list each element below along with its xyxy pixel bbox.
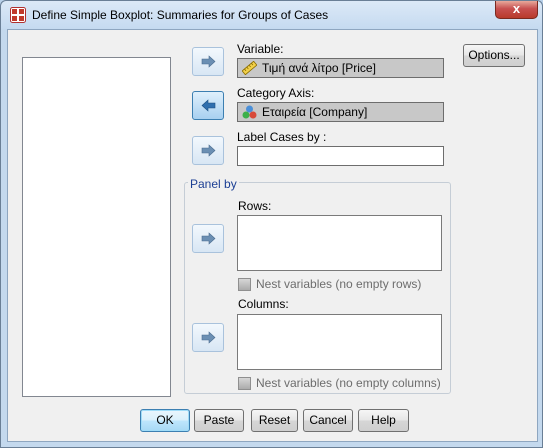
move-to-rows-button[interactable] <box>192 224 224 253</box>
dialog-body: Variable: Τιμή ανά λίτρο [Price] Categor… <box>7 29 538 442</box>
title-bar[interactable]: Define Simple Boxplot: Summaries for Gro… <box>1 1 542 29</box>
columns-label: Columns: <box>238 297 289 311</box>
label-cases-label: Label Cases by : <box>237 130 327 144</box>
rows-list[interactable] <box>237 215 442 271</box>
help-button[interactable]: Help <box>358 409 409 432</box>
window-title: Define Simple Boxplot: Summaries for Gro… <box>32 8 329 22</box>
cancel-button[interactable]: Cancel <box>303 409 353 432</box>
nominal-variable-icon <box>242 105 257 119</box>
dialog-window: Define Simple Boxplot: Summaries for Gro… <box>0 0 543 448</box>
nest-columns-checkbox[interactable] <box>238 377 251 390</box>
nest-rows-checkbox[interactable] <box>238 278 251 291</box>
move-to-category-axis-button[interactable] <box>192 91 224 120</box>
category-axis-field[interactable]: Εταιρεία [Company] <box>237 102 444 122</box>
category-axis-label: Category Axis: <box>237 86 315 100</box>
arrow-left-icon <box>201 99 216 112</box>
close-button[interactable]: x <box>495 1 538 19</box>
move-to-variable-button[interactable] <box>192 47 224 76</box>
label-cases-field[interactable] <box>237 146 444 166</box>
ruler-scale-icon <box>242 61 257 75</box>
panel-by-legend: Panel by <box>188 177 239 191</box>
move-to-label-cases-button[interactable] <box>192 136 224 165</box>
close-icon: x <box>512 1 521 16</box>
category-axis-value: Εταιρεία [Company] <box>262 105 368 119</box>
move-to-columns-button[interactable] <box>192 323 224 352</box>
columns-list[interactable] <box>237 314 442 370</box>
variable-label: Variable: <box>237 42 284 56</box>
arrow-right-icon <box>201 55 216 68</box>
options-button[interactable]: Options... <box>463 44 525 67</box>
arrow-right-icon <box>201 232 216 245</box>
arrow-right-icon <box>201 331 216 344</box>
arrow-right-icon <box>201 144 216 157</box>
nest-rows-label: Nest variables (no empty rows) <box>256 277 422 291</box>
variable-value: Τιμή ανά λίτρο [Price] <box>262 61 376 75</box>
nest-columns-label: Nest variables (no empty columns) <box>256 376 441 390</box>
reset-button[interactable]: Reset <box>251 409 298 432</box>
rows-label: Rows: <box>238 199 272 213</box>
variable-field[interactable]: Τιμή ανά λίτρο [Price] <box>237 58 444 78</box>
source-variable-list[interactable] <box>22 57 171 397</box>
paste-button[interactable]: Paste <box>194 409 244 432</box>
spss-app-icon <box>10 7 26 23</box>
ok-button[interactable]: OK <box>140 409 190 432</box>
